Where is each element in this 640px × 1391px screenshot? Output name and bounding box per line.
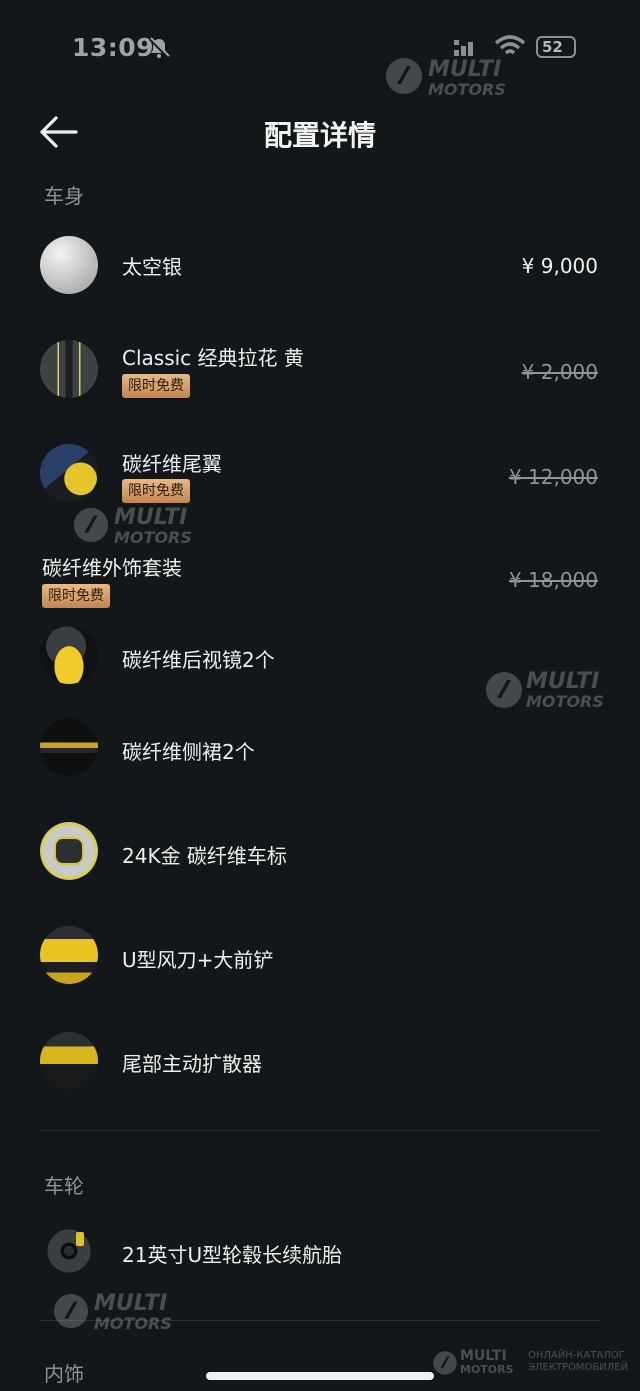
section-wheels-label: 车轮 (44, 1174, 84, 1198)
watermark-caption: ЭЛЕКТРОМОБИЛЕЙ (528, 1362, 629, 1373)
watermark-caption: ОНЛАЙН-КАТАЛОГ (528, 1350, 625, 1361)
front-splitter-icon (40, 926, 98, 984)
config-item: 24K金 碳纤维车标 (0, 822, 640, 880)
watermark-badge-icon (53, 1293, 89, 1329)
watermark-text-bottom: MOTORS (114, 528, 192, 547)
muted-bell-icon (148, 37, 170, 59)
item-price: ¥ 2,000 (521, 360, 598, 384)
watermark-badge-icon (386, 58, 422, 94)
config-item: U型风刀+大前铲 (0, 926, 640, 984)
watermark-text-bottom: MOTORS (94, 1314, 172, 1333)
watermark-text-top: MULTI (114, 505, 188, 530)
watermark-logo: MULTI MOTORS (384, 56, 506, 100)
section-divider (40, 1130, 600, 1131)
config-item: 21英寸U型轮毂长续航胎 (0, 1222, 640, 1280)
status-bar: 13:09 52 (0, 0, 640, 96)
config-item: 太空银 ¥ 9,000 (0, 234, 640, 296)
rear-wing-icon (40, 444, 98, 502)
item-name: U型风刀+大前铲 (122, 948, 274, 972)
watermark-text-top: MULTI (460, 1348, 507, 1364)
config-item: 碳纤维尾翼 限时免费 ¥ 12,000 (0, 444, 640, 508)
status-time: 13:09 (72, 33, 155, 62)
signal-icon (454, 40, 473, 56)
free-badge: 限时免费 (42, 584, 110, 608)
item-name: 尾部主动扩散器 (122, 1052, 262, 1076)
mirror-icon (40, 626, 98, 684)
section-body-label: 车身 (44, 184, 84, 208)
watermark-text-bottom: MOTORS (428, 80, 506, 99)
watermark-text-top: MULTI (526, 669, 600, 694)
item-name: 21英寸U型轮毂长续航胎 (122, 1243, 343, 1267)
item-name: Classic 经典拉花 黄 (122, 346, 304, 370)
wheel-icon (40, 1222, 98, 1280)
emblem-icon (40, 822, 98, 880)
item-name: 碳纤维外饰套装 (42, 556, 182, 580)
watermark-text-top: MULTI (428, 57, 502, 82)
watermark-logo: MULTI MOTORS (484, 670, 604, 714)
item-price: ¥ 12,000 (508, 465, 598, 489)
watermark-logo: MULTI MOTORS (72, 506, 192, 548)
side-skirt-icon (40, 718, 98, 776)
page-title: 配置详情 (263, 119, 376, 152)
config-item: Classic 经典拉花 黄 限时免费 ¥ 2,000 (0, 338, 640, 402)
config-item: 碳纤维侧裙2个 (0, 718, 640, 776)
watermark-logo: MULTI MOTORS (52, 1292, 172, 1334)
watermark-badge-icon (486, 672, 522, 708)
item-name: 24K金 碳纤维车标 (122, 844, 287, 868)
watermark-badge-icon (433, 1351, 457, 1375)
watermark-text-top: MULTI (94, 1291, 168, 1316)
item-name: 碳纤维尾翼 (122, 452, 222, 476)
watermark-text-bottom: MOTORS (460, 1363, 514, 1376)
battery-indicator: 52 (536, 36, 576, 58)
silver-color-swatch-icon (40, 236, 98, 294)
free-badge: 限时免费 (122, 374, 190, 398)
home-indicator[interactable] (206, 1372, 434, 1380)
item-price: ¥ 9,000 (521, 254, 598, 278)
section-interior-label: 内饰 (44, 1362, 84, 1386)
watermark-badge-icon (73, 507, 109, 543)
watermark-text-bottom: MOTORS (526, 692, 604, 711)
item-price: ¥ 18,000 (508, 568, 598, 592)
rear-diffuser-icon (40, 1032, 98, 1090)
config-item: 尾部主动扩散器 (0, 1030, 640, 1092)
free-badge: 限时免费 (122, 479, 190, 503)
item-name: 碳纤维后视镜2个 (122, 648, 275, 672)
stripe-livery-icon (40, 340, 98, 398)
config-package: 碳纤维外饰套装 限时免费 ¥ 18,000 (0, 550, 640, 610)
item-name: 太空银 (122, 255, 182, 279)
page-header: 配置详情 (0, 100, 640, 164)
item-name: 碳纤维侧裙2个 (122, 740, 255, 764)
